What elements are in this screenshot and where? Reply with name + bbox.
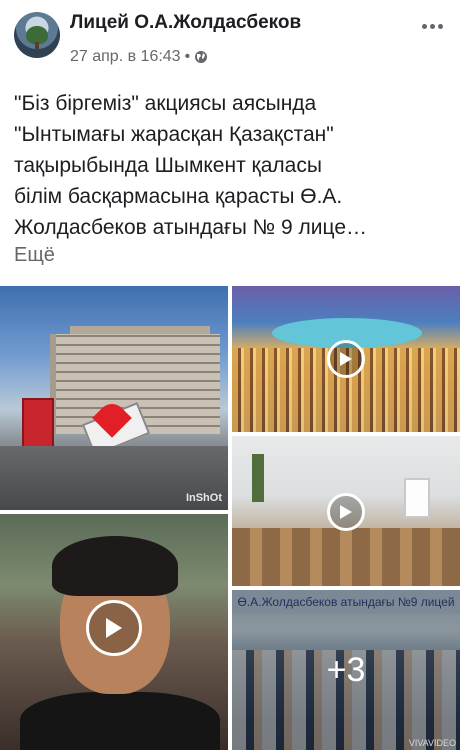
person-shirt [20,692,220,750]
play-icon[interactable] [327,340,365,378]
more-dot [421,23,427,29]
more-photos-count[interactable]: +3 [232,590,460,750]
author-name[interactable]: Лицей О.А.Жолдасбеков [70,12,301,34]
see-more-link[interactable]: Ещё [14,244,55,267]
globe-icon [194,50,208,64]
media-grid: InShOt Ө.А.Жолдасбеков атындағы №9 лицей… [0,286,460,750]
post-meta: 27 апр. в 16:43 • [70,48,208,66]
meta-separator: • [184,48,191,65]
media-tile-classroom-video[interactable] [232,436,460,586]
post-header: Лицей О.А.Жолдасбеков 27 апр. в 16:43 • [0,0,460,76]
inshot-watermark: InShOt [185,492,222,504]
post-text-line: "Ынтымағы жарасқан Қазақстан" [14,123,334,146]
play-icon[interactable] [327,493,365,531]
more-dot [429,23,435,29]
avatar-trunk [35,42,39,50]
post-text: "Біз біргеміз" акциясы аясында "Ынтымағы… [14,88,450,243]
vivavideo-watermark: VIVAVIDEO [408,738,456,748]
post-timestamp[interactable]: 27 апр. в 16:43 [70,48,181,66]
post-text-line: "Біз біргеміз" акциясы аясында [14,92,317,115]
media-tile-group-photo[interactable]: Ө.А.Жолдасбеков атындағы №9 лицей +3 VIV… [232,590,460,750]
play-icon[interactable] [86,600,142,656]
person-hair [52,536,178,596]
classroom-board [252,454,264,502]
media-tile-hotel[interactable]: InShOt [0,286,228,510]
page-avatar[interactable] [14,12,60,58]
phone-booth [22,398,54,450]
post-text-line: тақырыбында Шымкент қаласы [14,154,322,177]
classroom-window [404,478,430,518]
media-tile-stadium-video[interactable] [232,286,460,432]
more-dot [437,23,443,29]
post-text-line: білім басқармасына қарасты Ө.А. [14,185,343,208]
post-text-line: Жолдасбеков атындағы № 9 лице… [14,216,368,239]
media-tile-selfie-video[interactable] [0,514,228,750]
more-options-icon[interactable] [420,16,444,36]
classroom-desks [232,528,460,586]
